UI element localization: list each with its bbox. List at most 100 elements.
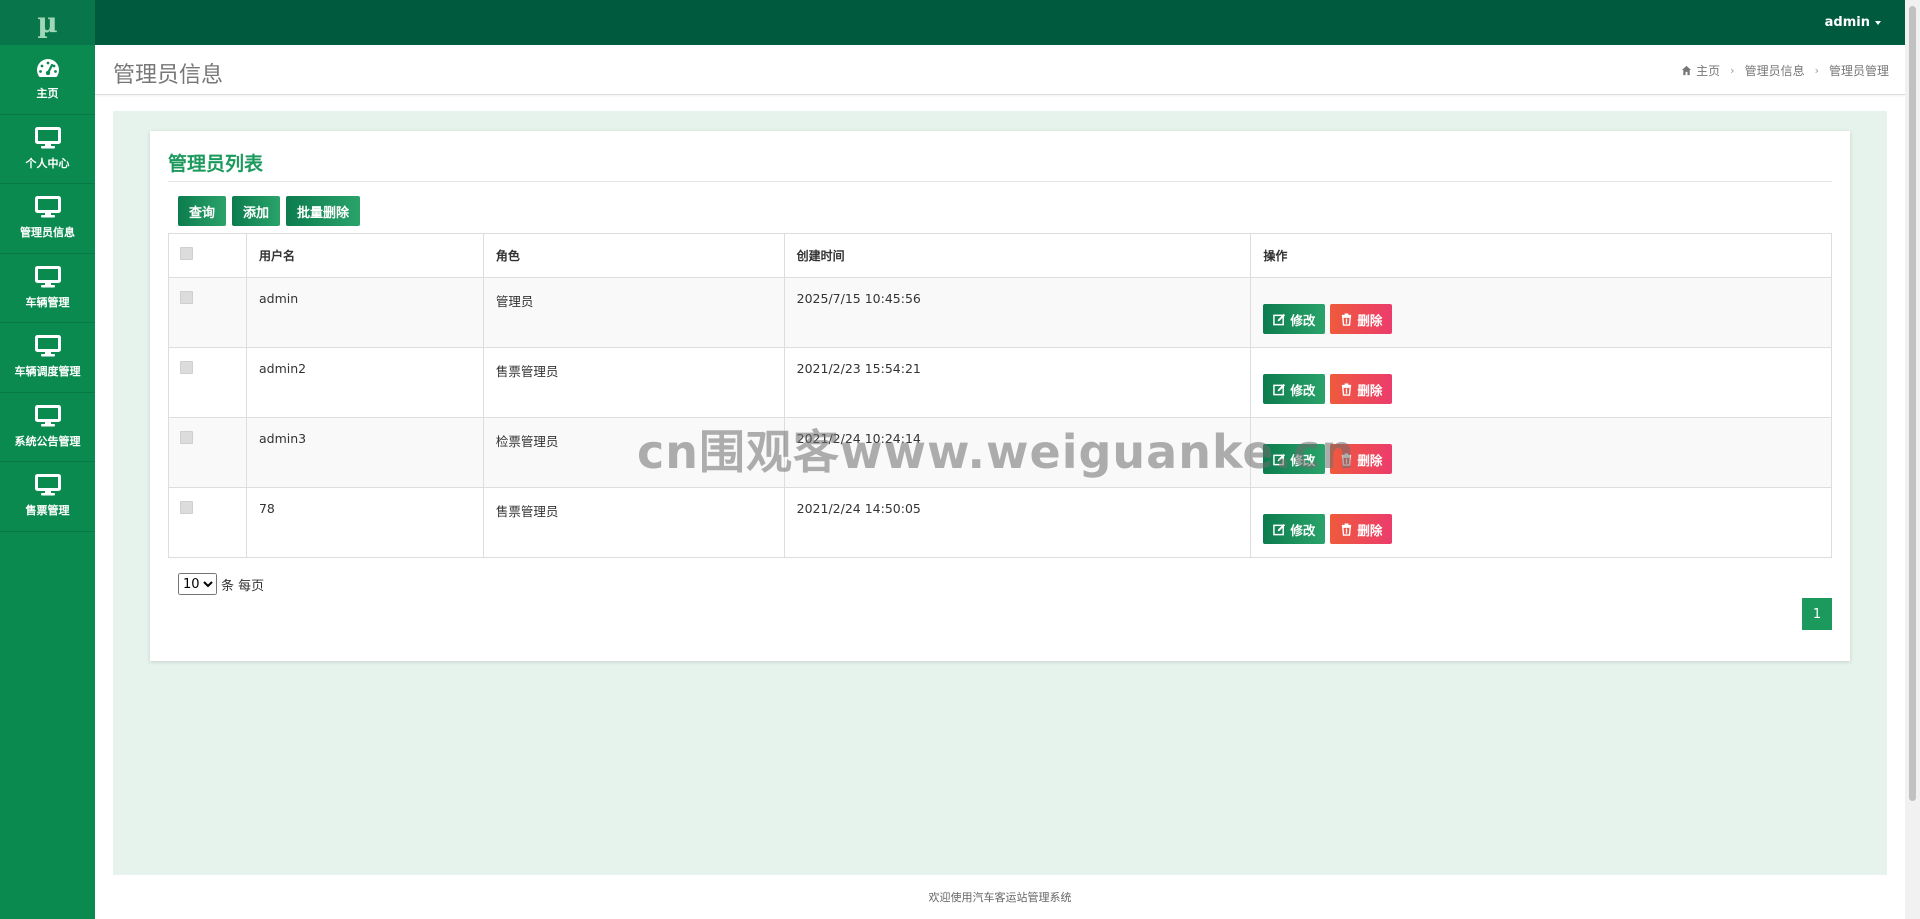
scrollbar-thumb[interactable]: [1909, 6, 1916, 801]
row-checkbox-cell: [168, 487, 247, 558]
cell-role: 售票管理员: [482, 487, 785, 558]
delete-label: 删除: [1357, 522, 1383, 538]
row-checkbox[interactable]: [180, 291, 193, 304]
sidebar-item-label: 车辆调度管理: [14, 365, 81, 379]
monitor-icon: [34, 196, 61, 218]
sidebar-item-dispatch[interactable]: 车辆调度管理: [0, 323, 95, 393]
row-checkbox-cell: [168, 417, 247, 488]
edit-label: 修改: [1290, 312, 1316, 328]
table-row: admin 管理员 2025/7/15 10:45:56 修改 删除: [168, 277, 1832, 348]
cell-created: 2021/2/24 10:24:14: [783, 417, 1252, 488]
cell-actions: 修改 删除: [1250, 487, 1832, 558]
sidebar-item-profile[interactable]: 个人中心: [0, 115, 95, 184]
sidebar-item-home[interactable]: 主页: [0, 45, 95, 115]
breadcrumb: 主页 › 管理员信息 › 管理员管理: [1681, 62, 1889, 79]
batch-delete-button[interactable]: 批量删除: [286, 196, 361, 226]
row-checkbox-cell: [168, 277, 247, 348]
query-button[interactable]: 查询: [178, 196, 227, 226]
trash-icon: [1342, 382, 1352, 396]
chevron-right-icon: ›: [1730, 64, 1735, 77]
edit-button[interactable]: 修改: [1263, 304, 1326, 334]
panel-divider: [168, 181, 1832, 182]
table-row: admin3 检票管理员 2021/2/24 10:24:14 修改 删除: [168, 417, 1832, 488]
toolbar: 查询 添加 批量删除: [178, 196, 361, 226]
table-row: admin2 售票管理员 2021/2/23 15:54:21 修改 删除: [168, 347, 1832, 418]
row-checkbox[interactable]: [180, 431, 193, 444]
row-checkbox-cell: [168, 347, 247, 418]
home-icon: [1682, 65, 1692, 76]
edit-icon: [1273, 383, 1286, 395]
delete-label: 删除: [1357, 382, 1383, 398]
cell-actions: 修改 删除: [1250, 417, 1832, 488]
content-area: 管理员列表 查询 添加 批量删除 用户名 角色 创建时间 操作 admin 管理…: [113, 111, 1887, 875]
table-header-row: 用户名 角色 创建时间 操作: [168, 233, 1832, 278]
select-all-checkbox[interactable]: [180, 247, 193, 260]
cell-username: admin: [245, 277, 484, 348]
cell-username: admin2: [245, 347, 484, 418]
column-header-role[interactable]: 角色: [482, 233, 785, 278]
edit-icon: [1273, 523, 1286, 535]
sidebar: µ 主页 个人中心 管理员信息 车辆管理 车辆调度管理 系统公告管理 售票管理: [0, 0, 95, 919]
monitor-icon: [34, 404, 61, 427]
vertical-scrollbar[interactable]: [1905, 0, 1920, 919]
sidebar-item-admin-info[interactable]: 管理员信息: [0, 184, 95, 254]
sidebar-item-label: 个人中心: [25, 156, 70, 170]
edit-button[interactable]: 修改: [1263, 444, 1326, 474]
monitor-icon: [34, 265, 61, 288]
cell-actions: 修改 删除: [1250, 277, 1832, 348]
delete-button[interactable]: 删除: [1330, 514, 1393, 544]
caret-down-icon: [1875, 20, 1881, 25]
admin-list-panel: 管理员列表 查询 添加 批量删除 用户名 角色 创建时间 操作 admin 管理…: [150, 131, 1850, 661]
username-label: admin: [1824, 15, 1870, 30]
sidebar-item-tickets[interactable]: 售票管理: [0, 462, 95, 532]
monitor-icon: [34, 335, 61, 357]
sidebar-item-label: 售票管理: [25, 504, 70, 518]
admin-table: 用户名 角色 创建时间 操作 admin 管理员 2025/7/15 10:45…: [168, 233, 1832, 558]
user-menu-dropdown[interactable]: admin: [1825, 0, 1881, 45]
cell-created: 2025/7/15 10:45:56: [783, 277, 1252, 348]
sidebar-item-label: 管理员信息: [20, 226, 75, 240]
chevron-right-icon: ›: [1814, 64, 1819, 77]
breadcrumb-current: 管理员管理: [1828, 64, 1889, 78]
sidebar-item-vehicles[interactable]: 车辆管理: [0, 254, 95, 323]
edit-icon: [1273, 453, 1286, 465]
edit-label: 修改: [1290, 382, 1316, 398]
edit-button[interactable]: 修改: [1263, 514, 1326, 544]
page-size-select[interactable]: 10: [178, 573, 217, 595]
top-navbar: admin: [95, 0, 1905, 45]
row-checkbox[interactable]: [180, 361, 193, 374]
sidebar-item-label: 系统公告管理: [14, 434, 81, 448]
cell-role: 售票管理员: [482, 347, 785, 418]
add-button[interactable]: 添加: [232, 196, 281, 226]
breadcrumb-admin-info[interactable]: 管理员信息: [1745, 62, 1805, 79]
trash-icon: [1342, 452, 1352, 466]
sidebar-item-announcements[interactable]: 系统公告管理: [0, 393, 95, 462]
cell-username: 78: [245, 487, 484, 558]
edit-label: 修改: [1290, 452, 1316, 468]
delete-button[interactable]: 删除: [1330, 444, 1393, 474]
cell-role: 检票管理员: [482, 417, 785, 488]
footer: 欢迎使用汽车客运站管理系统: [95, 875, 1905, 919]
delete-label: 删除: [1357, 452, 1383, 468]
page-title: 管理员信息: [113, 63, 224, 88]
app-logo[interactable]: µ: [0, 0, 95, 45]
column-header-username[interactable]: 用户名: [245, 233, 484, 278]
delete-button[interactable]: 删除: [1330, 374, 1393, 404]
delete-button[interactable]: 删除: [1330, 304, 1393, 334]
pagination-page-1[interactable]: 1: [1802, 598, 1832, 630]
cell-created: 2021/2/23 15:54:21: [783, 347, 1252, 418]
cell-role: 管理员: [482, 277, 785, 348]
edit-button[interactable]: 修改: [1263, 374, 1326, 404]
select-all-cell: [168, 233, 247, 278]
page-size-control: 10 条 每页: [178, 573, 264, 595]
cell-created: 2021/2/24 14:50:05: [783, 487, 1252, 558]
cell-username: admin3: [245, 417, 484, 488]
page-size-suffix: 条 每页: [221, 578, 265, 594]
row-checkbox[interactable]: [180, 501, 193, 514]
edit-icon: [1273, 313, 1286, 325]
column-header-created[interactable]: 创建时间: [783, 233, 1252, 278]
breadcrumb-home[interactable]: 主页: [1696, 62, 1720, 79]
sidebar-item-label: 车辆管理: [25, 295, 70, 309]
dashboard-icon: [36, 59, 59, 78]
panel-title: 管理员列表: [168, 153, 264, 175]
